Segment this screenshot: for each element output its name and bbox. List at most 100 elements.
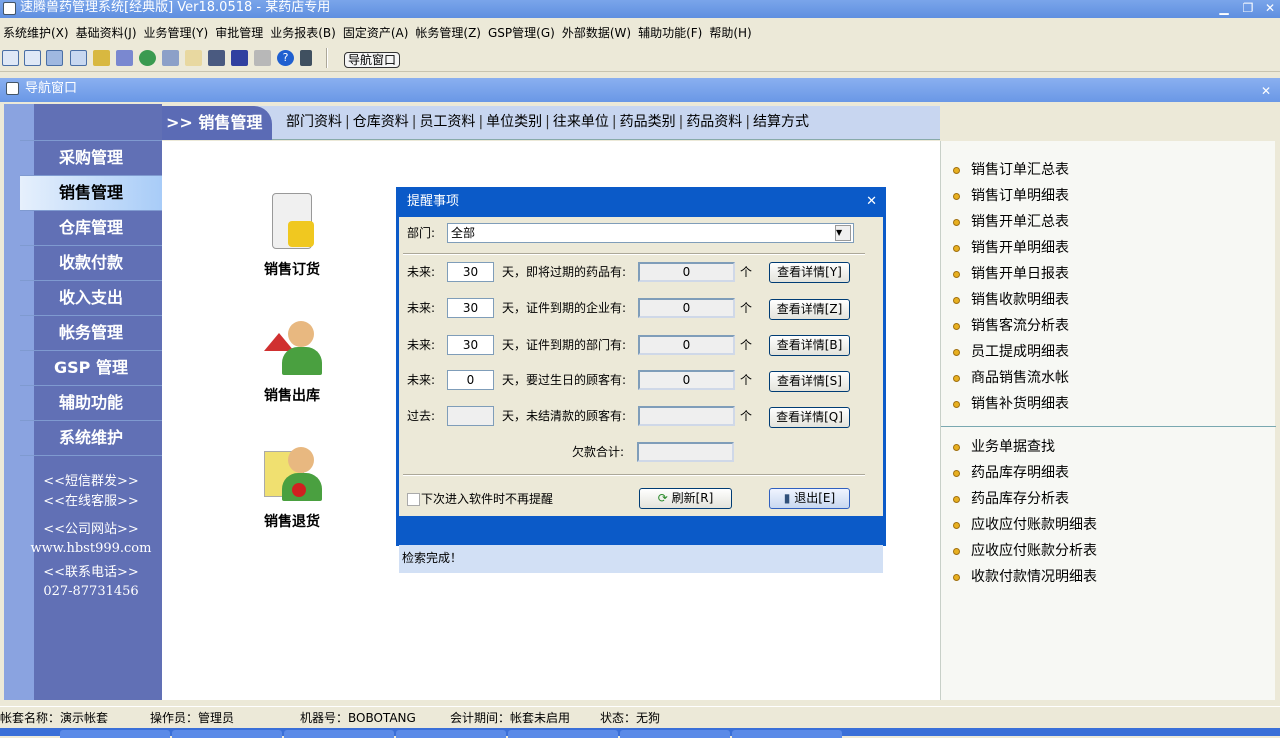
taskbar-item[interactable] [732,730,842,738]
sidebar-item-gsp[interactable]: GSP 管理 [20,350,162,385]
menu-external[interactable]: 外部数据(W) [559,22,635,44]
refresh-button[interactable]: ⟳ 刷新[R] [639,488,732,509]
users-icon[interactable] [139,50,156,66]
dialog-close-button[interactable]: ✕ [866,187,877,217]
view-details-y-button[interactable]: 查看详情[Y] [769,262,850,283]
online-service-link[interactable]: <<在线客服>> [30,490,152,509]
sidebar-item-accounts[interactable]: 帐务管理 [20,315,162,350]
days-input[interactable]: 0 [447,370,494,390]
view-details-z-button[interactable]: 查看详情[Z] [769,299,850,320]
view-details-q-button[interactable]: 查看详情[Q] [769,407,850,428]
report-link[interactable]: 销售开单汇总表 [953,213,1069,231]
report-link[interactable]: 收款付款情况明细表 [953,568,1097,586]
menu-accounts[interactable]: 帐务管理(Z) [412,22,485,44]
report-link[interactable]: 销售补货明细表 [953,395,1069,413]
taskbar-item[interactable] [60,730,170,738]
taskbar-item[interactable] [620,730,730,738]
exit-icon[interactable] [300,50,312,66]
status-bar: 帐套名称：演示帐套 操作员：管理员 机器号：BOBOTANG 会计期间：帐套未启… [0,706,1280,728]
sidebar-item-purchase[interactable]: 采购管理 [20,140,162,175]
close-button[interactable]: ✕ [1260,0,1280,16]
sidebar-item-income[interactable]: 收入支出 [20,280,162,315]
sidebar-item-system[interactable]: 系统维护 [20,420,162,455]
tab-warehouses[interactable]: 仓库资料 [353,112,409,132]
tab-employees[interactable]: 员工资料 [419,112,475,132]
report-link[interactable]: 销售收款明细表 [953,291,1069,309]
save-icon[interactable] [231,50,248,66]
menu-help[interactable]: 帮助(H) [706,22,755,44]
view-details-s-button[interactable]: 查看详情[S] [769,371,850,392]
chevron-down-icon[interactable]: ▼ [835,225,851,241]
current-module: >> 销售管理 [162,106,272,140]
list-icon[interactable] [24,50,41,66]
taskbar-item[interactable] [284,730,394,738]
dept-select[interactable]: 全部 ▼ [447,223,854,243]
report-link[interactable]: 销售客流分析表 [953,317,1069,335]
sms-link[interactable]: <<短信群发>> [30,470,152,489]
days-input[interactable]: 30 [447,335,494,355]
sales-outbound-button[interactable]: 销售出库 [232,319,352,405]
coins-icon[interactable] [93,50,110,66]
sales-order-button[interactable]: 销售订货 [232,193,352,279]
report-link[interactable]: 应收应付账款分析表 [953,542,1097,560]
report-link[interactable]: 销售订单汇总表 [953,161,1069,179]
tab-partners[interactable]: 往来单位 [553,112,609,132]
taskbar-item[interactable] [172,730,282,738]
exit-button[interactable]: ▮ 退出[E] [769,488,850,509]
menu-tools[interactable]: 辅助功能(F) [635,22,706,44]
sidebar-item-payments[interactable]: 收款付款 [20,245,162,280]
nav-window-button[interactable]: 导航窗口 [344,52,401,68]
menu-basic[interactable]: 基础资料(J) [73,22,141,44]
contact-link[interactable]: <<联系电话>> [30,561,152,580]
days-input[interactable]: 30 [447,298,494,318]
tab-drugs[interactable]: 药品资料 [686,112,742,132]
menu-reports[interactable]: 业务报表(B) [267,22,340,44]
report-link[interactable]: 销售订单明细表 [953,187,1069,205]
sidebar-item-sales[interactable]: 销售管理 [20,175,162,210]
sales-return-button[interactable]: 销售退货 [232,445,352,531]
menu-approval[interactable]: 审批管理 [212,22,267,44]
wizard-icon[interactable] [116,50,133,66]
view-details-b-button[interactable]: 查看详情[B] [769,335,850,356]
sidebar-item-tools[interactable]: 辅助功能 [20,385,162,420]
days-input[interactable]: 30 [447,262,494,282]
notes-icon[interactable] [185,50,202,66]
sidebar-item-warehouse[interactable]: 仓库管理 [20,210,162,245]
forms-icon[interactable] [162,50,179,66]
report-link[interactable]: 员工提成明细表 [953,343,1069,361]
tab-departments[interactable]: 部门资料 [286,112,342,132]
tab-settlement[interactable]: 结算方式 [753,112,809,132]
row-desc: 天，证件到期的部门有: [502,338,627,352]
tab-unit-types[interactable]: 单位类别 [486,112,542,132]
report-link[interactable]: 药品库存分析表 [953,490,1069,508]
tab-drug-categories[interactable]: 药品类别 [620,112,676,132]
print-icon[interactable] [254,50,271,66]
unit-label: 个 [740,338,753,352]
grid-icon[interactable] [2,50,19,66]
menu-gsp[interactable]: GSP管理(G) [485,22,559,44]
windows-icon[interactable] [46,50,63,66]
no-remind-checkbox[interactable] [407,493,420,506]
calculator-icon[interactable] [208,50,225,66]
menu-assets[interactable]: 固定资产(A) [340,22,413,44]
search-doc-icon[interactable] [70,50,87,66]
minimize-button[interactable]: ▁ [1214,0,1234,16]
report-link[interactable]: 销售开单明细表 [953,239,1069,257]
website-url[interactable]: www.hbst999.com [30,541,152,556]
report-link[interactable]: 药品库存明细表 [953,464,1069,482]
menu-business[interactable]: 业务管理(Y) [141,22,213,44]
help-icon[interactable]: ? [277,50,294,66]
nav-close-button[interactable]: ✕ [1256,80,1276,102]
company-site-link[interactable]: <<公司网站>> [30,518,152,537]
menu-system[interactable]: 系统维护(X) [0,22,73,44]
restore-button[interactable]: ❐ [1238,0,1258,16]
taskbar-item[interactable] [396,730,506,738]
report-link[interactable]: 商品销售流水帐 [953,369,1069,387]
taskbar-item[interactable] [508,730,618,738]
report-link[interactable]: 销售开单日报表 [953,265,1069,283]
unit-label: 个 [740,373,753,387]
report-link[interactable]: 业务单据查找 [953,438,1055,456]
report-link[interactable]: 应收应付账款明细表 [953,516,1097,534]
count-field: 0 [638,262,735,282]
no-remind-label[interactable]: 下次进入软件时不再提醒 [421,489,553,509]
